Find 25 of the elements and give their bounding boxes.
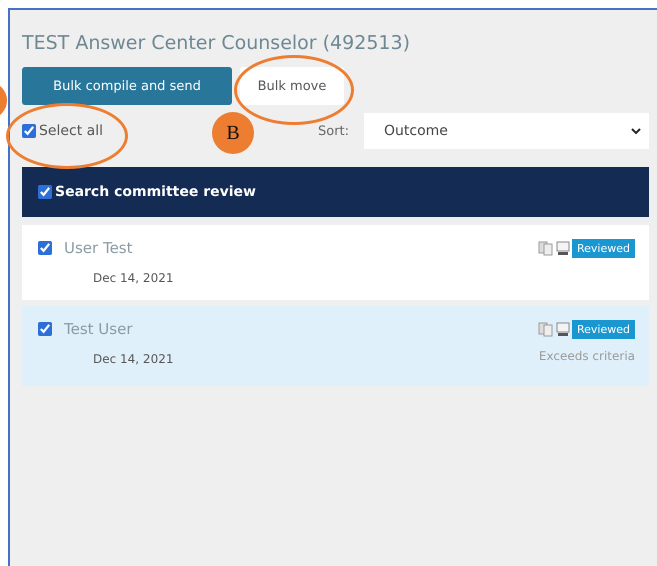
page-title: TEST Answer Center Counselor (492513) <box>22 32 411 54</box>
select-all-label: Select all <box>39 123 103 139</box>
row-checkbox[interactable] <box>38 322 52 336</box>
select-all-checkbox[interactable] <box>22 124 36 138</box>
row-checkbox[interactable] <box>38 241 52 255</box>
bulk-move-button[interactable]: Bulk move <box>240 67 344 105</box>
candidate-name: User Test <box>64 239 132 257</box>
documents-icon <box>538 241 554 256</box>
sort-label: Sort: <box>318 124 350 138</box>
candidate-name: Test User <box>64 320 132 338</box>
sort-dropdown[interactable]: Outcome <box>364 113 649 149</box>
date-text: Dec 14, 2021 <box>93 352 174 366</box>
documents-icon <box>538 322 554 337</box>
bulk-send-button[interactable]: Bulk compile and send <box>22 67 232 105</box>
group-title: Search committee review <box>55 184 256 200</box>
monitor-icon <box>556 322 570 337</box>
status-badge: Reviewed <box>572 320 635 339</box>
candidate-row[interactable]: Test User Dec 14, 2021 Reviewed Exceeds criteria <box>22 306 649 386</box>
group-checkbox[interactable] <box>38 185 52 199</box>
outcome-text: Exceeds criteria <box>538 349 635 363</box>
candidate-row[interactable]: User Test Dec 14, 2021 Reviewed <box>22 225 649 300</box>
status-badge: Reviewed <box>572 239 635 258</box>
monitor-icon <box>556 241 570 256</box>
caret-icon <box>631 128 641 134</box>
date-text: Dec 14, 2021 <box>93 271 174 285</box>
